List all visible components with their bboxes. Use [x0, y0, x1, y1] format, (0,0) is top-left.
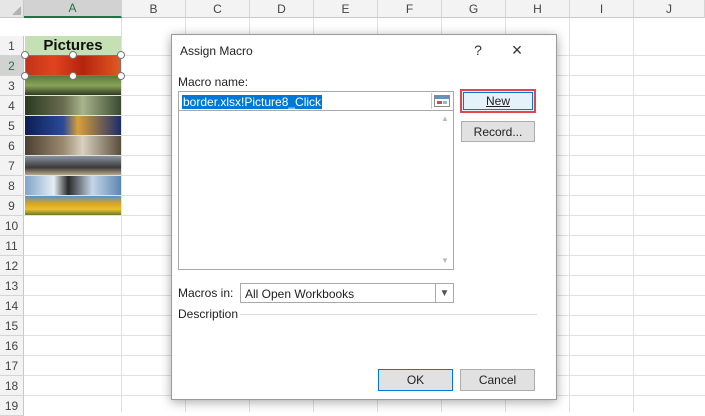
macros-in-label: Macros in: [178, 286, 234, 300]
macro-name-label: Macro name: [178, 75, 249, 89]
row-header-14[interactable]: 14 [0, 296, 24, 316]
row-header-4[interactable]: 4 [0, 96, 24, 116]
resize-handle-bottom[interactable] [69, 72, 77, 80]
resize-handle-bottom-right[interactable] [117, 72, 125, 80]
row-header-8[interactable]: 8 [0, 176, 24, 196]
resize-handle-top-left[interactable] [21, 51, 29, 59]
picture-fish-blue[interactable] [25, 116, 121, 135]
new-button[interactable]: New [460, 89, 536, 113]
close-button[interactable]: × [502, 37, 532, 63]
cancel-button[interactable]: Cancel [460, 369, 535, 391]
row-header-11[interactable]: 11 [0, 236, 24, 256]
column-header-b[interactable]: B [122, 0, 186, 18]
macros-in-value: All Open Workbooks [245, 287, 355, 301]
scroll-up-icon[interactable]: ▲ [441, 114, 449, 123]
row-header-17[interactable]: 17 [0, 356, 24, 376]
macro-list-scrollbar[interactable]: ▲ ▼ [437, 111, 453, 269]
row-header-5[interactable]: 5 [0, 116, 24, 136]
column-header-f[interactable]: F [378, 0, 442, 18]
row-header-19[interactable]: 19 [0, 396, 24, 416]
picture-jellyfish-dark[interactable] [25, 96, 121, 115]
column-header-i[interactable]: I [570, 0, 634, 18]
resize-handle-top-right[interactable] [117, 51, 125, 59]
assign-macro-dialog: Assign Macro ? × Macro name: border.xlsx… [171, 34, 557, 400]
resize-handle-bottom-left[interactable] [21, 72, 29, 80]
picture-koala-grey[interactable] [25, 136, 121, 155]
macro-list[interactable]: ▲ ▼ [178, 111, 454, 270]
row-header-7[interactable]: 7 [0, 156, 24, 176]
row-header-12[interactable]: 12 [0, 256, 24, 276]
row-header-2[interactable]: 2 [0, 56, 24, 76]
column-header-d[interactable]: D [250, 0, 314, 18]
dialog-title: Assign Macro [180, 44, 253, 58]
row-header-13[interactable]: 13 [0, 276, 24, 296]
description-label: Description [178, 307, 239, 321]
scroll-down-icon[interactable]: ▼ [441, 256, 449, 265]
row-header-16[interactable]: 16 [0, 336, 24, 356]
resize-handle-top[interactable] [69, 51, 77, 59]
row-header-18[interactable]: 18 [0, 376, 24, 396]
column-header-a[interactable]: A [24, 0, 122, 18]
column-header-c[interactable]: C [186, 0, 250, 18]
new-button-label: New [485, 94, 510, 108]
macro-name-input[interactable]: border.xlsx!Picture8_Click [178, 91, 454, 111]
picture-rocks-grey[interactable] [25, 156, 121, 175]
macro-name-value: border.xlsx!Picture8_Click [182, 95, 323, 109]
ok-button[interactable]: OK [378, 369, 453, 391]
macros-in-select[interactable]: All Open Workbooks ▼ [240, 283, 454, 303]
column-header-j[interactable]: J [634, 0, 705, 18]
help-button[interactable]: ? [468, 40, 488, 60]
record-button[interactable]: Record... [461, 121, 535, 142]
row-header-3[interactable]: 3 [0, 76, 24, 96]
row-header-15[interactable]: 15 [0, 316, 24, 336]
row-header-10[interactable]: 10 [0, 216, 24, 236]
chevron-down-icon[interactable]: ▼ [435, 284, 453, 302]
picture-penguins[interactable] [25, 176, 121, 195]
row-header-9[interactable]: 9 [0, 196, 24, 216]
select-all-corner[interactable] [0, 0, 24, 18]
column-header-h[interactable]: H [506, 0, 570, 18]
column-header-e[interactable]: E [314, 0, 378, 18]
picture-tulips-yellow[interactable] [25, 196, 121, 215]
column-header-g[interactable]: G [442, 0, 506, 18]
row-header-6[interactable]: 6 [0, 136, 24, 156]
collapse-dialog-icon[interactable] [431, 93, 452, 109]
description-divider [240, 314, 537, 315]
